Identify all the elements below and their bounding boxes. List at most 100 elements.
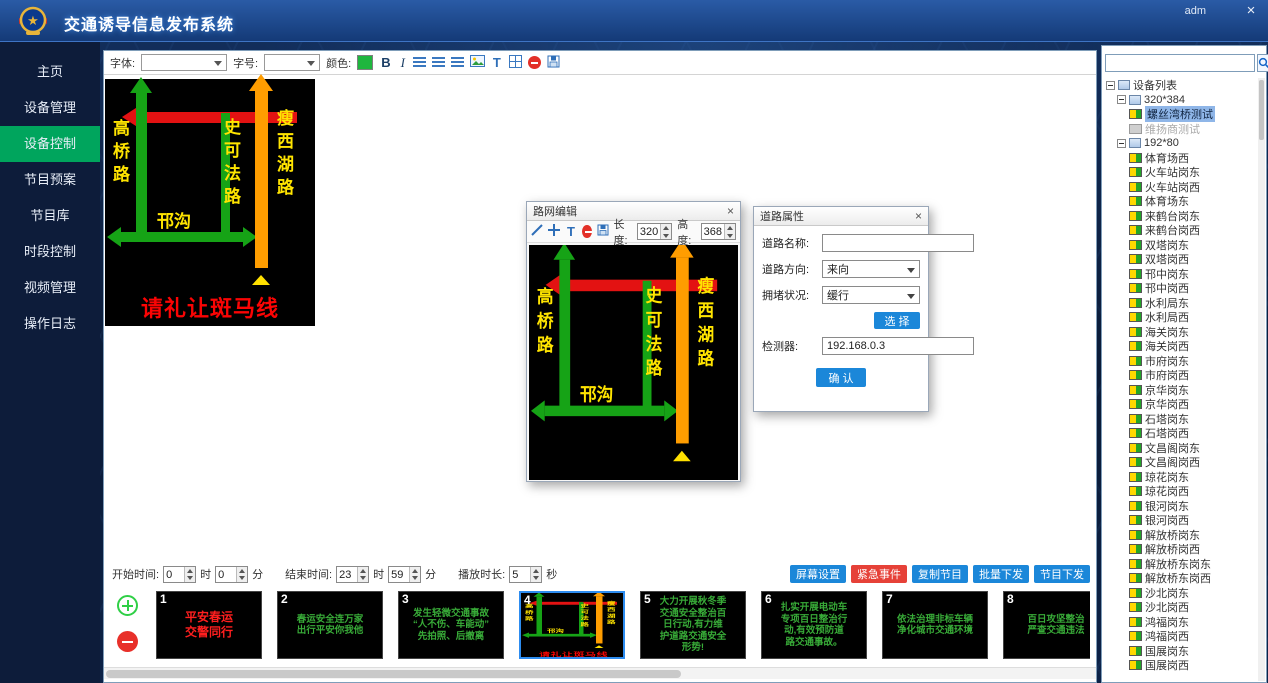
height-stepper[interactable]: 368 [701,223,736,240]
program-thumbnail-4-selected[interactable]: 4 高桥路 史可法路 瘦西湖路 邗沟 请礼让斑马线 [519,591,625,659]
save-roadnet-icon[interactable] [597,224,609,239]
duration-stepper[interactable]: 5 [509,566,542,583]
duration-value[interactable]: 5 [510,567,530,582]
roadnet-close-icon[interactable]: × [727,204,734,218]
start-minute-value[interactable]: 0 [216,567,236,582]
tree-row[interactable]: 银河岗西 [1104,513,1257,528]
remove-road-icon[interactable] [582,225,592,238]
select-detector-button[interactable]: 选 择 [874,312,920,329]
roadnet-dialog-titlebar[interactable]: 路网编辑 × [527,202,740,221]
tree-row[interactable]: 邗中岗东 [1104,267,1257,282]
horizontal-scrollbar[interactable] [104,667,1096,679]
window-close-icon[interactable]: × [1242,2,1260,19]
tree-row[interactable]: 体育场东 [1104,194,1257,209]
tree-row[interactable]: 鸿福岗西 [1104,629,1257,644]
tree-row[interactable]: 京华岗东 [1104,383,1257,398]
end-minute-value[interactable]: 59 [389,567,409,582]
move-icon[interactable] [548,224,560,239]
tree-row[interactable]: 水利局东 [1104,296,1257,311]
tree-row[interactable]: 琼花岗东 [1104,470,1257,485]
add-program-button[interactable] [117,595,138,616]
tree-scrollbar[interactable] [1258,78,1265,681]
start-hour-stepper[interactable]: 0 [163,566,196,583]
length-stepper-arrows[interactable] [660,224,671,239]
tree-row[interactable]: 文昌阁岗东 [1104,441,1257,456]
action-button[interactable]: 屏幕设置 [790,565,846,583]
program-thumbnail-8[interactable]: 8 百日攻坚整治 严查交通违法 [1003,591,1090,659]
detector-input[interactable] [822,337,974,355]
tree-row[interactable]: 文昌阁岗西 [1104,455,1257,470]
program-preview-board[interactable]: 高桥路 史可法路 瘦西湖路 邗沟 请礼让斑马线 [105,79,315,326]
color-swatch[interactable] [357,55,373,70]
sidebar-item[interactable]: 视频管理 [0,270,100,306]
confirm-button[interactable]: 确 认 [816,368,866,387]
layout-grid-icon[interactable] [509,55,522,71]
road-name-input[interactable] [822,234,974,252]
tree-row[interactable]: 192*80 [1104,136,1257,151]
align-right-icon[interactable] [451,57,464,68]
tree-row[interactable]: 石塔岗西 [1104,426,1257,441]
action-button[interactable]: 复制节目 [912,565,968,583]
tree-row[interactable]: 国展岗东 [1104,644,1257,659]
tree-expander-icon[interactable] [1117,139,1126,148]
tree-row[interactable]: 海关岗东 [1104,325,1257,340]
sidebar-item[interactable]: 主页 [0,54,100,90]
length-value[interactable]: 320 [638,224,660,239]
tree-expander-icon[interactable] [1117,95,1126,104]
tree-row[interactable]: 琼花岗西 [1104,484,1257,499]
tree-row[interactable]: 设备列表 [1104,78,1257,93]
sidebar-item[interactable]: 设备控制 [0,126,100,162]
tree-row[interactable]: 鸿福岗东 [1104,615,1257,630]
tree-row[interactable]: 市府岗东 [1104,354,1257,369]
logged-in-user[interactable]: adm [1185,5,1206,17]
font-select[interactable] [141,54,227,71]
tree-row[interactable]: 解放桥东岗西 [1104,571,1257,586]
action-button[interactable]: 紧急事件 [851,565,907,583]
end-hour-stepper[interactable]: 23 [336,566,369,583]
action-button[interactable]: 节目下发 [1034,565,1090,583]
tree-row[interactable]: 维扬商测试 [1104,122,1257,137]
roadnet-canvas[interactable]: 高桥路 史可法路 瘦西湖路 邗沟 [529,245,738,480]
tree-row[interactable]: 沙北岗西 [1104,600,1257,615]
tree-row[interactable]: 银河岗东 [1104,499,1257,514]
tree-row[interactable]: 京华岗西 [1104,397,1257,412]
tree-expander-icon[interactable] [1106,81,1115,90]
tree-row[interactable]: 国展岗西 [1104,658,1257,673]
tree-row[interactable]: 水利局西 [1104,310,1257,325]
tree-row[interactable]: 火车站岗东 [1104,165,1257,180]
height-value[interactable]: 368 [702,224,724,239]
text-tool-icon[interactable]: T [565,224,577,239]
tree-row[interactable]: 体育场西 [1104,151,1257,166]
insert-image-icon[interactable] [470,55,485,70]
height-stepper-arrows[interactable] [724,224,735,239]
tree-row[interactable]: 海关岗西 [1104,339,1257,354]
delete-icon[interactable] [528,56,541,69]
sidebar-item[interactable]: 时段控制 [0,234,100,270]
end-minute-stepper[interactable]: 59 [388,566,421,583]
program-thumbnail-2[interactable]: 2 春运安全连万家 出行平安你我他 [277,591,383,659]
tree-row[interactable]: 石塔岗东 [1104,412,1257,427]
road-direction-select[interactable]: 来向 [822,260,920,278]
tree-row[interactable]: 火车站岗西 [1104,180,1257,195]
action-button[interactable]: 批量下发 [973,565,1029,583]
tree-row[interactable]: 320*384 [1104,93,1257,108]
bold-button[interactable]: B [379,55,392,70]
tree-row[interactable]: 沙北岗东 [1104,586,1257,601]
start-minute-stepper[interactable]: 0 [215,566,248,583]
italic-button[interactable]: I [399,55,407,71]
sidebar-item[interactable]: 节目预案 [0,162,100,198]
remove-program-button[interactable] [117,631,138,652]
props-dialog-titlebar[interactable]: 道路属性 × [754,207,928,226]
congestion-select[interactable]: 缓行 [822,286,920,304]
draw-line-icon[interactable] [531,224,543,239]
save-icon[interactable] [547,55,560,71]
search-button[interactable] [1257,54,1268,72]
insert-text-icon[interactable]: T [491,55,503,70]
font-size-select[interactable] [264,54,320,71]
program-thumbnail-7[interactable]: 7 依法治理非标车辆 净化城市交通环境 [882,591,988,659]
program-thumbnail-1[interactable]: 1 平安春运 交警同行 [156,591,262,659]
sidebar-item[interactable]: 操作日志 [0,306,100,342]
tree-row[interactable]: 解放桥岗东 [1104,528,1257,543]
program-thumbnail-5[interactable]: 5 大力开展秋冬季 交通安全整治百 日行动,有力维 护道路交通安全 形势! [640,591,746,659]
tree-row[interactable]: 解放桥岗西 [1104,542,1257,557]
